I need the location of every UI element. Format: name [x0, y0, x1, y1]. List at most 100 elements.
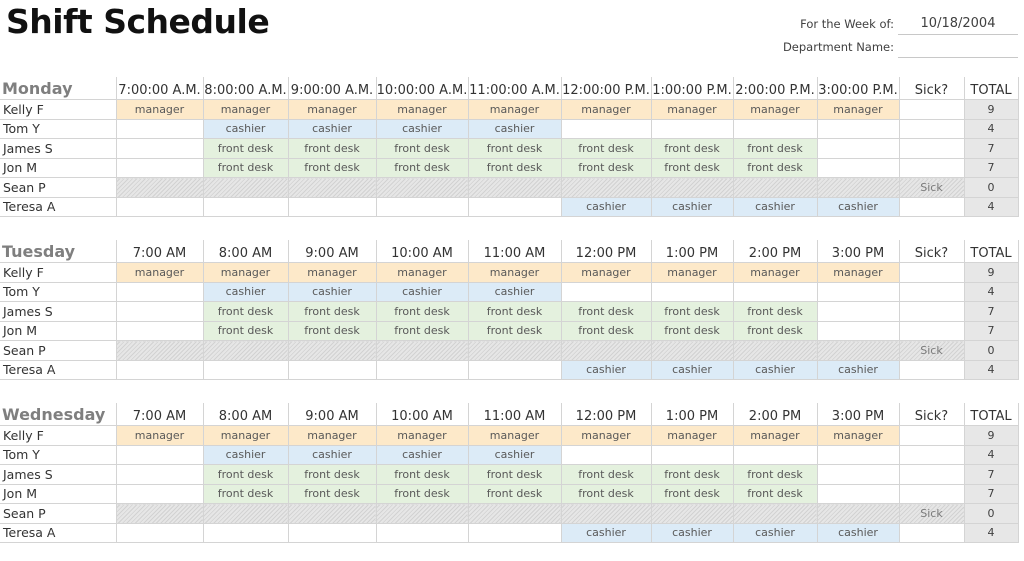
shift-cell[interactable]: manager	[732, 262, 818, 283]
shift-cell[interactable]: manager	[287, 262, 377, 283]
shift-cell[interactable]: cashier	[560, 359, 652, 380]
shift-cell[interactable]: front desk	[202, 301, 289, 322]
shift-cell[interactable]: front desk	[202, 138, 289, 159]
shift-cell[interactable]	[467, 359, 562, 380]
sick-cell[interactable]	[898, 262, 965, 283]
shift-cell[interactable]: cashier	[560, 196, 652, 217]
shift-cell[interactable]: manager	[560, 425, 652, 446]
shift-cell[interactable]	[560, 340, 652, 361]
employee-name[interactable]: James S	[0, 301, 117, 322]
shift-cell[interactable]	[287, 340, 377, 361]
shift-cell[interactable]: manager	[650, 262, 734, 283]
shift-cell[interactable]: cashier	[467, 118, 562, 139]
sick-cell[interactable]	[898, 425, 965, 446]
shift-cell[interactable]: front desk	[375, 483, 469, 504]
shift-cell[interactable]	[467, 503, 562, 524]
shift-cell[interactable]: manager	[816, 99, 900, 120]
shift-cell[interactable]: cashier	[202, 281, 289, 302]
shift-cell[interactable]	[816, 138, 900, 159]
department-value-field[interactable]	[898, 37, 1018, 58]
shift-cell[interactable]	[202, 522, 289, 543]
shift-cell[interactable]: manager	[115, 262, 204, 283]
sick-cell[interactable]	[898, 99, 965, 120]
shift-cell[interactable]: cashier	[287, 118, 377, 139]
shift-cell[interactable]	[650, 118, 734, 139]
shift-cell[interactable]	[375, 177, 469, 198]
shift-cell[interactable]: manager	[732, 99, 818, 120]
shift-cell[interactable]: front desk	[287, 301, 377, 322]
shift-cell[interactable]	[732, 118, 818, 139]
sick-cell[interactable]	[898, 320, 965, 341]
shift-cell[interactable]: front desk	[732, 483, 818, 504]
shift-cell[interactable]: manager	[375, 262, 469, 283]
shift-cell[interactable]	[375, 359, 469, 380]
shift-cell[interactable]	[115, 359, 204, 380]
shift-cell[interactable]: cashier	[816, 522, 900, 543]
shift-cell[interactable]: manager	[560, 99, 652, 120]
shift-cell[interactable]: cashier	[202, 118, 289, 139]
shift-cell[interactable]: front desk	[202, 464, 289, 485]
shift-cell[interactable]	[375, 503, 469, 524]
employee-name[interactable]: Teresa A	[0, 522, 117, 543]
shift-cell[interactable]: cashier	[732, 359, 818, 380]
employee-name[interactable]: Jon M	[0, 483, 117, 504]
employee-name[interactable]: Tom Y	[0, 281, 117, 302]
shift-cell[interactable]: manager	[650, 99, 734, 120]
shift-cell[interactable]: cashier	[375, 118, 469, 139]
employee-name[interactable]: Sean P	[0, 177, 117, 198]
shift-cell[interactable]	[115, 281, 204, 302]
shift-cell[interactable]: front desk	[560, 138, 652, 159]
employee-name[interactable]: Tom Y	[0, 118, 117, 139]
shift-cell[interactable]: front desk	[560, 320, 652, 341]
shift-cell[interactable]: manager	[202, 425, 289, 446]
employee-name[interactable]: James S	[0, 464, 117, 485]
shift-cell[interactable]	[816, 118, 900, 139]
shift-cell[interactable]	[816, 464, 900, 485]
shift-cell[interactable]: cashier	[202, 444, 289, 465]
employee-name[interactable]: Teresa A	[0, 359, 117, 380]
shift-cell[interactable]: manager	[375, 99, 469, 120]
shift-cell[interactable]: front desk	[732, 138, 818, 159]
shift-cell[interactable]: manager	[467, 99, 562, 120]
shift-cell[interactable]	[650, 503, 734, 524]
shift-cell[interactable]: front desk	[375, 157, 469, 178]
sick-cell[interactable]	[898, 483, 965, 504]
employee-name[interactable]: Sean P	[0, 340, 117, 361]
sick-cell[interactable]	[898, 359, 965, 380]
sick-cell[interactable]	[898, 157, 965, 178]
shift-cell[interactable]	[816, 157, 900, 178]
shift-cell[interactable]	[115, 483, 204, 504]
shift-cell[interactable]: cashier	[650, 359, 734, 380]
shift-cell[interactable]	[816, 503, 900, 524]
employee-name[interactable]: Tom Y	[0, 444, 117, 465]
shift-cell[interactable]: front desk	[732, 464, 818, 485]
shift-cell[interactable]: front desk	[650, 464, 734, 485]
shift-cell[interactable]: manager	[287, 99, 377, 120]
shift-cell[interactable]	[287, 177, 377, 198]
shift-cell[interactable]	[816, 444, 900, 465]
shift-cell[interactable]: front desk	[375, 464, 469, 485]
shift-cell[interactable]	[650, 281, 734, 302]
shift-cell[interactable]	[732, 281, 818, 302]
shift-cell[interactable]: front desk	[375, 301, 469, 322]
shift-cell[interactable]	[115, 138, 204, 159]
shift-cell[interactable]	[115, 444, 204, 465]
shift-cell[interactable]	[467, 177, 562, 198]
shift-cell[interactable]: front desk	[375, 320, 469, 341]
employee-name[interactable]: James S	[0, 138, 117, 159]
shift-cell[interactable]	[202, 359, 289, 380]
shift-cell[interactable]: front desk	[202, 157, 289, 178]
shift-cell[interactable]	[375, 522, 469, 543]
shift-cell[interactable]: cashier	[375, 444, 469, 465]
shift-cell[interactable]: front desk	[732, 301, 818, 322]
sick-cell[interactable]	[898, 301, 965, 322]
shift-cell[interactable]	[816, 320, 900, 341]
shift-cell[interactable]	[816, 340, 900, 361]
shift-cell[interactable]: manager	[115, 99, 204, 120]
shift-cell[interactable]: cashier	[732, 196, 818, 217]
shift-cell[interactable]	[202, 503, 289, 524]
shift-cell[interactable]: front desk	[202, 320, 289, 341]
sick-cell[interactable]	[898, 138, 965, 159]
shift-cell[interactable]	[202, 340, 289, 361]
employee-name[interactable]: Kelly F	[0, 99, 117, 120]
